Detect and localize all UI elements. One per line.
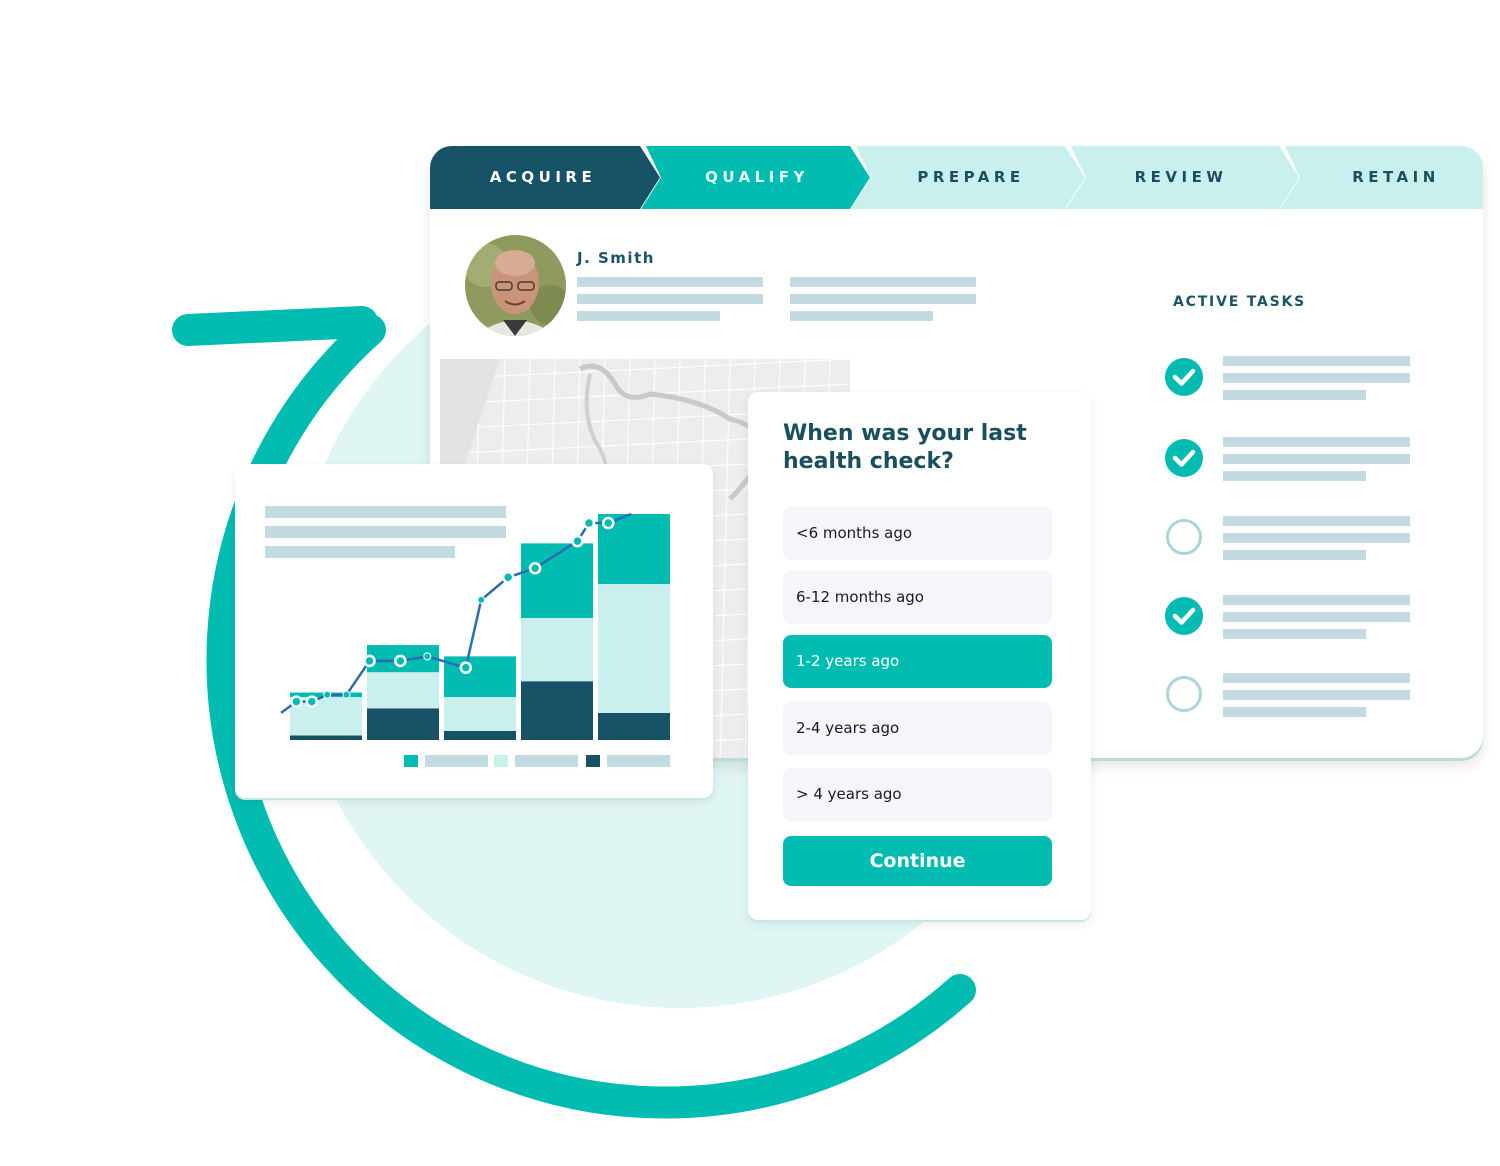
line-point-dot	[423, 652, 432, 661]
empty-circle-icon[interactable]	[1165, 518, 1203, 556]
continue-button[interactable]: Continue	[783, 836, 1052, 886]
line-point-dot	[477, 595, 486, 604]
step-acquire[interactable]: ACQUIRE	[430, 146, 656, 209]
bar-segment-series-dark	[290, 735, 362, 740]
task-text-placeholder	[1223, 673, 1410, 683]
bar-segment-series-light	[367, 672, 439, 709]
bar-segment-series-light	[521, 617, 593, 682]
client-detail-placeholder	[790, 294, 976, 304]
client-detail-placeholder	[790, 277, 976, 287]
client-detail-placeholder	[577, 294, 763, 304]
task-text-placeholder	[1223, 629, 1366, 639]
line-point-marker	[602, 516, 615, 530]
chart-card	[235, 464, 713, 798]
task-text-placeholder	[1223, 550, 1366, 560]
bar-segment-series-light	[444, 697, 516, 731]
bar-segment-series-dark	[367, 708, 439, 740]
question-card: When was your last health check? <6 mont…	[748, 392, 1091, 920]
line-point-marker	[459, 661, 473, 674]
task-text-placeholder	[1223, 437, 1410, 447]
task-text-placeholder	[1223, 373, 1410, 383]
client-name: J. Smith	[577, 249, 655, 267]
task-text-placeholder	[1223, 454, 1410, 464]
step-review[interactable]: REVIEW	[1070, 146, 1292, 209]
legend-label-placeholder	[515, 755, 578, 767]
legend-label-placeholder	[607, 755, 670, 767]
client-detail-placeholder	[577, 311, 720, 321]
option-less-than-6-months[interactable]: <6 months ago	[783, 507, 1052, 560]
legend-label-placeholder	[425, 755, 488, 767]
check-circle-icon[interactable]	[1165, 597, 1203, 635]
stacked-bar-chart	[265, 506, 670, 767]
option-1-2-years[interactable]: 1-2 years ago	[783, 635, 1052, 688]
check-circle-icon[interactable]	[1165, 358, 1203, 396]
check-circle-icon[interactable]	[1165, 439, 1203, 477]
step-retain[interactable]: RETAIN	[1285, 146, 1483, 209]
line-point-dot	[342, 690, 351, 699]
task-text-placeholder	[1223, 595, 1410, 605]
active-tasks-title: ACTIVE TASKS	[1173, 294, 1307, 310]
bar-segment-series-light	[598, 584, 670, 713]
task-text-placeholder	[1223, 356, 1410, 366]
step-prepare[interactable]: PREPARE	[860, 146, 1082, 209]
bar-segment-series-dark	[444, 730, 516, 740]
line-point-marker	[571, 534, 584, 548]
task-text-placeholder	[1223, 533, 1410, 543]
chart-legend	[404, 755, 670, 767]
task-text-placeholder	[1223, 707, 1366, 717]
task-text-placeholder	[1223, 612, 1410, 622]
line-point-marker	[528, 561, 542, 575]
legend-swatch-series-dark	[586, 755, 600, 767]
task-text-placeholder	[1223, 516, 1410, 526]
chart-title-placeholder	[265, 506, 506, 518]
client-detail-placeholder	[577, 277, 763, 287]
chart-title-placeholder	[265, 526, 506, 538]
line-point-dot	[323, 690, 332, 699]
bar-segment-series-dark	[598, 712, 670, 740]
chart-title-placeholder	[265, 546, 455, 558]
line-point-marker	[290, 695, 303, 708]
client-detail-placeholder	[790, 311, 933, 321]
question-title: When was your last health check?	[783, 421, 1027, 474]
line-point-marker	[394, 654, 407, 668]
legend-swatch-series-teal	[404, 755, 418, 767]
task-text-placeholder	[1223, 471, 1366, 481]
teal-hook-stroke	[172, 306, 378, 346]
line-point-marker	[582, 516, 596, 530]
option-more-than-4-years[interactable]: > 4 years ago	[783, 768, 1052, 821]
step-qualify[interactable]: QUALIFY	[646, 146, 868, 209]
empty-circle-icon[interactable]	[1165, 675, 1203, 713]
option-6-12-months[interactable]: 6-12 months ago	[783, 571, 1052, 624]
bar-segment-series-dark	[521, 681, 593, 740]
task-text-placeholder	[1223, 690, 1410, 700]
line-point-marker	[501, 571, 515, 584]
task-text-placeholder	[1223, 390, 1366, 400]
legend-swatch-series-light	[494, 755, 508, 767]
bar-segment-series-teal	[444, 656, 516, 698]
line-point-marker	[305, 695, 319, 708]
avatar	[465, 235, 566, 336]
line-point-marker	[363, 654, 376, 668]
person-photo-icon	[465, 235, 566, 336]
option-2-4-years[interactable]: 2-4 years ago	[783, 702, 1052, 755]
